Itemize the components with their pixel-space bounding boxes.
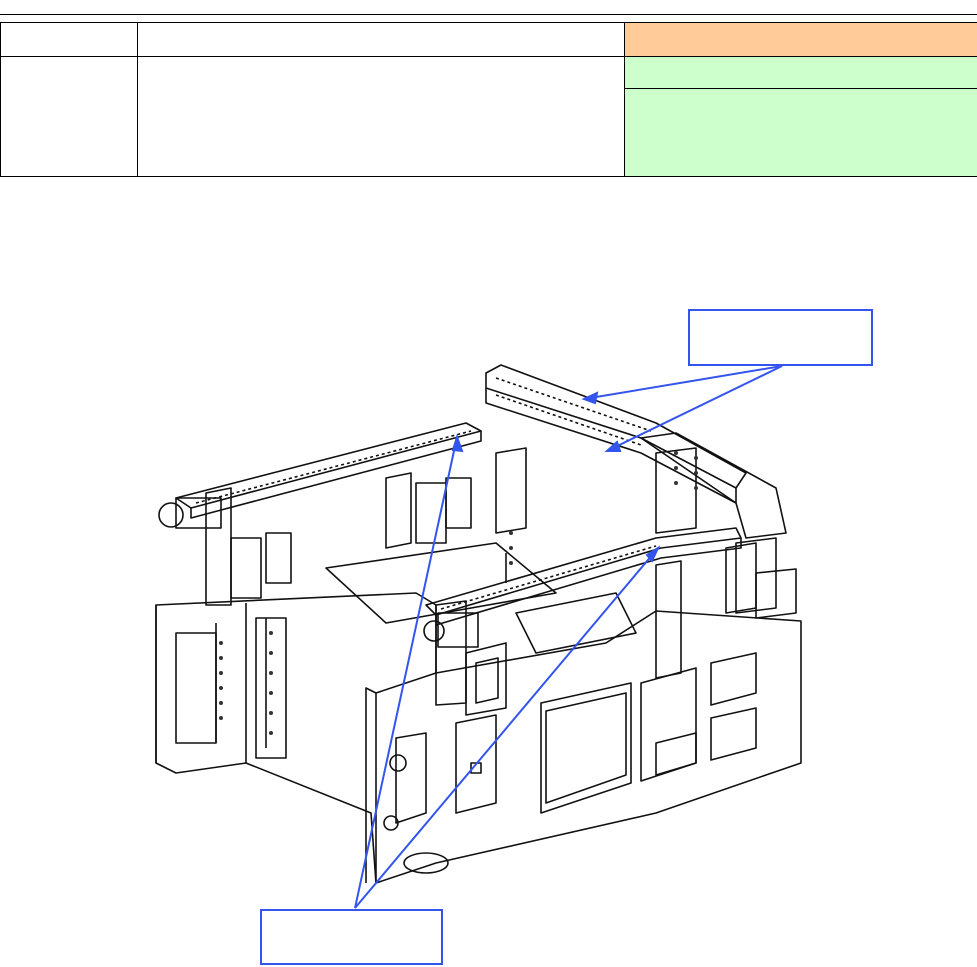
machine-frame-svg <box>155 364 802 884</box>
callout-box-bottom <box>260 909 443 965</box>
callout-box-top <box>688 309 873 366</box>
header-cell-2 <box>137 22 625 57</box>
table-row <box>0 56 977 177</box>
body-cell-2 <box>137 56 625 177</box>
body-cell-green-top <box>624 56 977 89</box>
body-cell-1 <box>0 56 138 177</box>
body-cell-green-bottom <box>624 88 977 177</box>
header-cell-1 <box>0 22 138 57</box>
header-cell-orange <box>624 22 977 57</box>
top-rule <box>0 14 977 15</box>
machine-frame-drawing <box>136 343 810 905</box>
header-table <box>0 22 977 177</box>
table-row <box>0 22 977 57</box>
